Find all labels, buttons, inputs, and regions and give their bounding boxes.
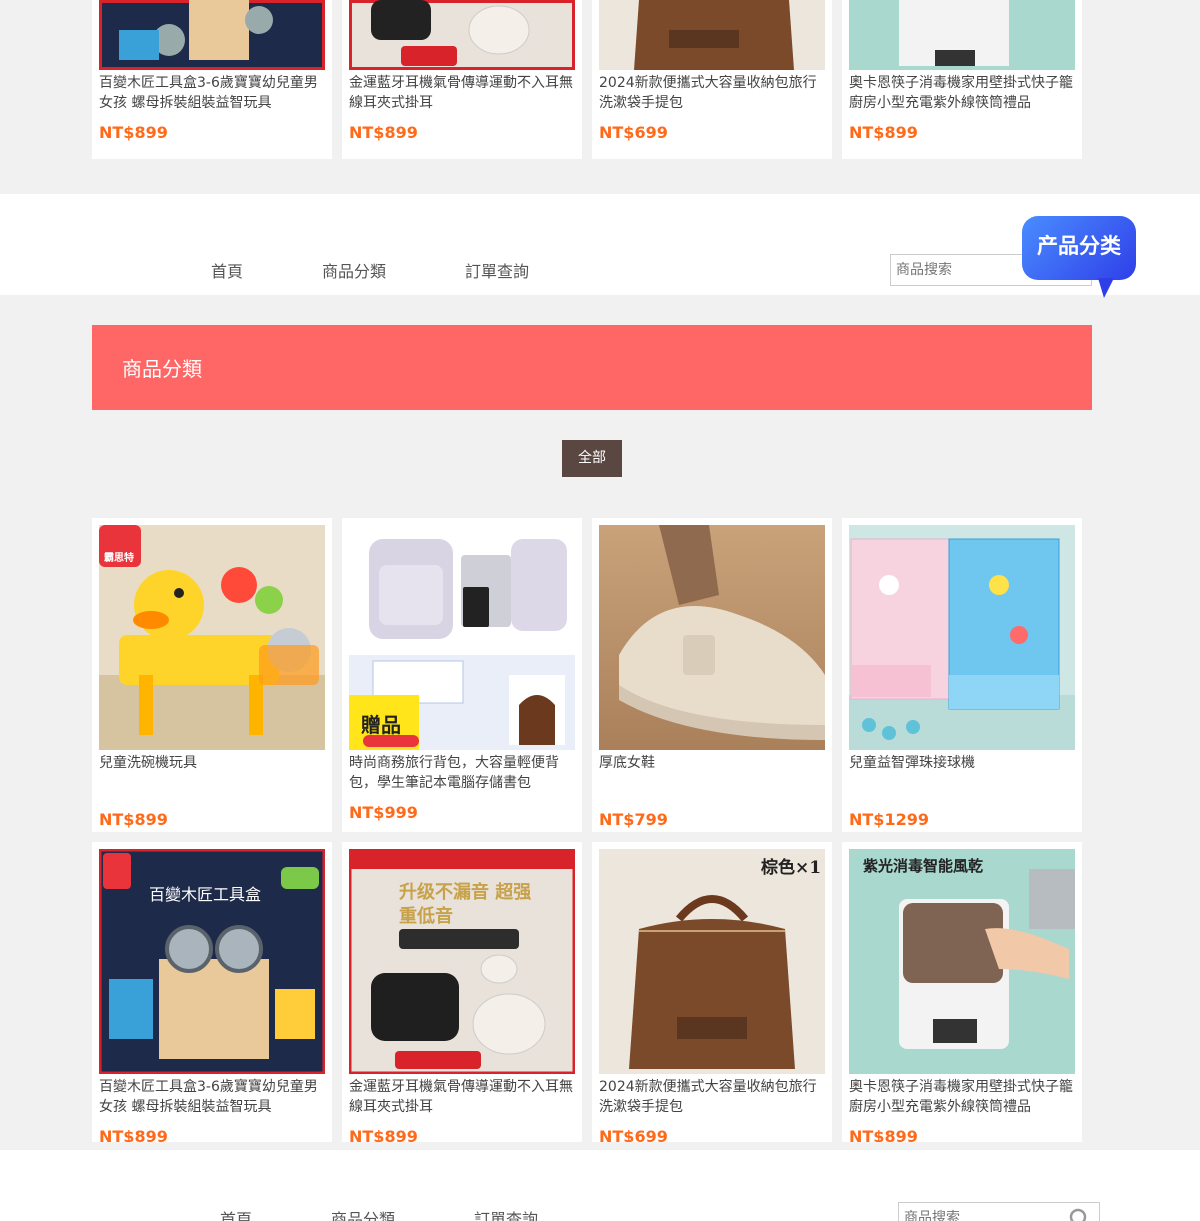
footer-search-box (898, 1202, 1100, 1221)
product-card[interactable]: 厚底女鞋 NT$799 (592, 518, 832, 832)
nav-links: 首頁 商品分類 訂單查詢 (211, 258, 529, 282)
product-image[interactable] (599, 0, 825, 70)
product-card[interactable]: 紫光消毒智能風乾 奧卡恩筷子消毒機家用壁掛式快子籠廚房小型充電紫外線筷筒禮品 N… (842, 842, 1082, 1142)
footer-nav-item-order-lookup[interactable]: 訂單查詢 (474, 1206, 538, 1221)
filter-all-button[interactable]: 全部 (562, 440, 622, 477)
product-title[interactable]: 百變木匠工具盒3-6歲寶寶幼兒童男女孩 螺母拆裝組裝益智玩具 (99, 1077, 325, 1117)
product-card[interactable]: 百變木匠工具盒 百變木匠工具盒3-6歲寶寶幼兒童男女孩 螺母拆裝組裝益智玩具 N… (92, 842, 332, 1142)
category-banner: 商品分類 (92, 325, 1092, 410)
product-image[interactable] (99, 0, 325, 70)
product-title[interactable]: 厚底女鞋 (599, 753, 825, 793)
nav-item-order-lookup[interactable]: 訂單查詢 (465, 258, 529, 282)
product-title[interactable]: 奧卡恩筷子消毒機家用壁掛式快子籠廚房小型充電紫外線筷筒禮品 (849, 1077, 1075, 1117)
top-product-grid: 百變木匠工具盒3-6歲寶寶幼兒童男女孩 螺母拆裝組裝益智玩具 NT$899 金運… (92, 0, 1092, 159)
product-title[interactable]: 2024新款便攜式大容量收納包旅行洗漱袋手提包 (599, 73, 825, 113)
product-title[interactable]: 百變木匠工具盒3-6歲寶寶幼兒童男女孩 螺母拆裝組裝益智玩具 (99, 73, 325, 113)
product-image[interactable] (849, 525, 1075, 750)
footer-nav-item-categories[interactable]: 商品分類 (331, 1206, 395, 1221)
product-image[interactable]: 百變木匠工具盒 (99, 849, 325, 1074)
product-price: NT$899 (99, 123, 168, 142)
product-image[interactable] (599, 525, 825, 750)
product-title[interactable]: 兒童洗碗機玩具 (99, 753, 325, 793)
product-card[interactable]: 贈品 時尚商務旅行背包，大容量輕便背包，學生筆記本電腦存儲書包 NT$999 (342, 518, 582, 832)
product-price: NT$899 (99, 810, 168, 829)
product-tag: 升级不漏音 超强重低音 (399, 882, 532, 927)
product-image[interactable]: 棕色×1 (599, 849, 825, 1074)
product-title[interactable]: 奧卡恩筷子消毒機家用壁掛式快子籠廚房小型充電紫外線筷筒禮品 (849, 73, 1075, 113)
nav-item-home[interactable]: 首頁 (211, 258, 243, 282)
product-price: NT$899 (349, 1127, 418, 1142)
product-price: NT$899 (99, 1127, 168, 1142)
product-price: NT$1299 (849, 810, 929, 829)
badge-tail (1098, 278, 1114, 298)
product-card[interactable]: 金運藍牙耳機氣骨傳導運動不入耳無線耳夾式掛耳 NT$899 (342, 0, 582, 159)
product-card[interactable]: 霸思特 兒童洗碗機玩具 NT$899 (92, 518, 332, 832)
product-title[interactable]: 金運藍牙耳機氣骨傳導運動不入耳無線耳夾式掛耳 (349, 1077, 575, 1117)
product-tag: 棕色×1 (761, 858, 822, 878)
product-price: NT$899 (849, 123, 918, 142)
product-image[interactable]: 霸思特 (99, 525, 325, 750)
product-tag: 霸思特 (104, 553, 134, 564)
product-card[interactable]: 兒童益智彈珠接球機 NT$1299 (842, 518, 1082, 832)
product-price: NT$899 (349, 123, 418, 142)
product-card[interactable]: 升级不漏音 超强重低音 金運藍牙耳機氣骨傳導運動不入耳無線耳夾式掛耳 NT$89… (342, 842, 582, 1142)
product-title[interactable]: 時尚商務旅行背包，大容量輕便背包，學生筆記本電腦存儲書包 (349, 753, 575, 793)
product-grid: 霸思特 兒童洗碗機玩具 NT$899 贈品 時尚商務旅行背包，大容量輕便背包，學… (92, 518, 1092, 1142)
product-card[interactable]: 棕色×1 2024新款便攜式大容量收納包旅行洗漱袋手提包 NT$699 (592, 842, 832, 1142)
product-image[interactable] (349, 0, 575, 70)
product-image[interactable]: 贈品 (349, 525, 575, 750)
product-tag: 百變木匠工具盒 (149, 885, 262, 904)
footer-navbar: 首頁 商品分類 訂單查詢 (0, 1150, 1200, 1221)
product-image[interactable] (849, 0, 1075, 70)
banner-title: 商品分類 (122, 357, 202, 381)
product-title[interactable]: 兒童益智彈珠接球機 (849, 753, 1075, 793)
product-title[interactable]: 金運藍牙耳機氣骨傳導運動不入耳無線耳夾式掛耳 (349, 73, 575, 113)
footer-search-input[interactable] (899, 1203, 1059, 1221)
product-price: NT$699 (599, 1127, 668, 1142)
product-card[interactable]: 百變木匠工具盒3-6歲寶寶幼兒童男女孩 螺母拆裝組裝益智玩具 NT$899 (92, 0, 332, 159)
search-icon[interactable] (1067, 1206, 1093, 1221)
product-price: NT$999 (349, 803, 418, 822)
product-category-badge[interactable]: 产品分类 (1022, 216, 1136, 280)
product-card[interactable]: 奧卡恩筷子消毒機家用壁掛式快子籠廚房小型充電紫外線筷筒禮品 NT$899 (842, 0, 1082, 159)
nav-item-categories[interactable]: 商品分類 (322, 258, 386, 282)
product-tag: 贈品 (361, 713, 401, 737)
product-title[interactable]: 2024新款便攜式大容量收納包旅行洗漱袋手提包 (599, 1077, 825, 1117)
footer-nav-item-home[interactable]: 首頁 (220, 1206, 252, 1221)
product-price: NT$899 (849, 1127, 918, 1142)
product-tag: 紫光消毒智能風乾 (863, 857, 984, 875)
product-price: NT$699 (599, 123, 668, 142)
main-navbar: 首頁 商品分類 訂單查詢 (0, 194, 1200, 295)
footer-nav-links: 首頁 商品分類 訂單查詢 (220, 1206, 538, 1221)
product-price: NT$799 (599, 810, 668, 829)
product-card[interactable]: 2024新款便攜式大容量收納包旅行洗漱袋手提包 NT$699 (592, 0, 832, 159)
product-image[interactable]: 紫光消毒智能風乾 (849, 849, 1075, 1074)
product-image[interactable]: 升级不漏音 超强重低音 (349, 849, 575, 1074)
